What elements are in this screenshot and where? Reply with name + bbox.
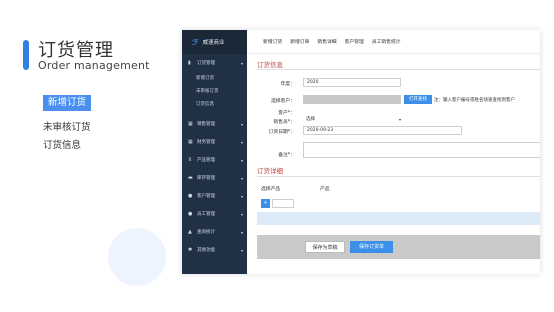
sidebar-item-label: 产品管理 [197,158,215,163]
topnav-item[interactable]: 新增订货 [263,38,282,45]
grid-icon: ▦ [188,121,193,127]
sidebar-item-label: 员工管理 [197,212,215,217]
add-row-button[interactable]: + [261,199,270,208]
sidebar-item-sales[interactable]: ▦ 销售管理 ▾ [182,115,247,133]
chevron-down-icon: ▾ [240,175,243,181]
remark-label: 备注*： [278,153,295,158]
sidebar-item-stats[interactable]: ▲ 查询统计 ▾ [182,223,247,241]
save-order-button[interactable]: 保存订货单 [350,241,393,253]
divider [257,69,540,70]
sidebar-item-orders[interactable]: ▮ 订货管理 ▾ [182,54,247,72]
accent-bar [23,40,29,70]
cart-icon: ⊻ [188,157,192,163]
column-header-select: 选择产品 [261,187,281,192]
find-customer-button[interactable]: 打开查找 [404,95,432,104]
topnav-item[interactable]: 销售详细 [317,38,336,45]
sidebar-item-products[interactable]: ⊻ 产品管理 ▾ [182,151,247,169]
logo-icon: ℱ [192,37,199,47]
menu-item-new-order[interactable]: 新增订货 [43,95,92,111]
sidebar-item-inventory[interactable]: ▬ 库存管理 ▾ [182,169,247,187]
order-date-label: 订货日期*： [268,130,295,135]
sidebar-item-staff[interactable]: ● 员工管理 ▾ [182,205,247,223]
menu-item-unreviewed[interactable]: 未审核订货 [43,119,91,133]
doc-icon: ▮ [188,60,191,66]
main-content: 订货信息 年度： 2020 选择客户： 打开查找 注：输入客户编号或姓名快速查找… [247,54,540,274]
divider [257,176,540,177]
slide: 订货管理 Order management 新增订货 未审核订货 订货信息 ℱ … [0,0,554,312]
chevron-down-icon: ▾ [399,117,402,122]
year-input[interactable]: 2020 [303,78,401,87]
brand-name: 威速商业 [202,40,225,46]
grid-icon: ▦ [188,139,193,145]
customer-search-input[interactable] [303,95,401,104]
sidebar-item-label: 其他功能 [197,248,215,253]
section-title-detail: 订货详细 [257,167,283,175]
form-footer [257,235,540,259]
sidebar: ℱ 威速商业 ▮ 订货管理 ▾ 新增订货 未审核订货 订货信息 ▦ 销售管理 ▾… [182,30,247,274]
table-row [257,212,540,225]
customer-label: 选择客户： [271,99,295,104]
brand: ℱ 威速商业 [182,30,247,54]
sidebar-subitem-new-order[interactable]: 新增订货 [182,72,247,85]
gear-icon: ✱ [188,247,193,253]
topnav-item[interactable]: 新增订单 [290,38,309,45]
top-nav: 新增订货 新增订单 销售详细 客户管理 员工销售统计 [247,30,540,54]
sidebar-item-other[interactable]: ✱ 其他功能 ▾ [182,241,247,259]
column-header-product: 产品 [320,187,330,192]
sidebar-item-label: 财务管理 [197,140,215,145]
menu-item-order-info[interactable]: 订货信息 [43,137,81,151]
user-icon: ● [188,193,193,199]
app-window: ℱ 威速商业 ▮ 订货管理 ▾ 新增订货 未审核订货 订货信息 ▦ 销售管理 ▾… [182,30,540,274]
section-title-info: 订货信息 [257,61,283,69]
remark-textarea[interactable] [303,142,540,158]
people-icon: ● [188,211,193,217]
box-icon: ▬ [188,175,193,181]
chevron-down-icon: ▾ [240,139,243,145]
chevron-down-icon: ▾ [240,229,243,235]
sidebar-item-label: 查询统计 [197,230,215,235]
sidebar-item-finance[interactable]: ▦ 财务管理 ▾ [182,133,247,151]
order-date-input[interactable]: 2020-09-23 [303,126,462,135]
topnav-item[interactable]: 客户管理 [345,38,364,45]
chevron-down-icon: ▾ [240,60,243,66]
topnav-item[interactable]: 员工销售统计 [372,38,401,45]
sidebar-item-customers[interactable]: ● 客户管理 ▾ [182,187,247,205]
sidebar-item-label: 订货管理 [197,61,215,66]
sidebar-item-label: 库存管理 [197,176,215,181]
sidebar-item-label: 客户管理 [197,194,215,199]
chevron-down-icon: ▾ [240,121,243,127]
sidebar-item-label: 销售管理 [197,122,215,127]
year-label: 年度： [280,82,295,87]
sidebar-subitem-unreviewed[interactable]: 未审核订货 [182,85,247,98]
customer-required-label: 客户*： [278,111,295,116]
salesperson-select[interactable]: 选择 [303,116,405,125]
page-subtitle: Order management [38,59,150,72]
salesperson-label: 销售员*： [273,120,295,125]
customer-note: 注：输入客户编号或姓名快速查找到客户 [434,98,515,103]
save-draft-button[interactable]: 保存为草稿 [305,241,345,253]
chevron-down-icon: ▾ [240,247,243,253]
sidebar-subitem-order-info[interactable]: 订货信息 [182,98,247,111]
chart-icon: ▲ [188,229,192,235]
chevron-down-icon: ▾ [240,193,243,199]
decorative-circle [108,228,166,286]
chevron-down-icon: ▾ [240,157,243,163]
product-input[interactable] [272,199,294,208]
chevron-down-icon: ▾ [240,211,243,217]
